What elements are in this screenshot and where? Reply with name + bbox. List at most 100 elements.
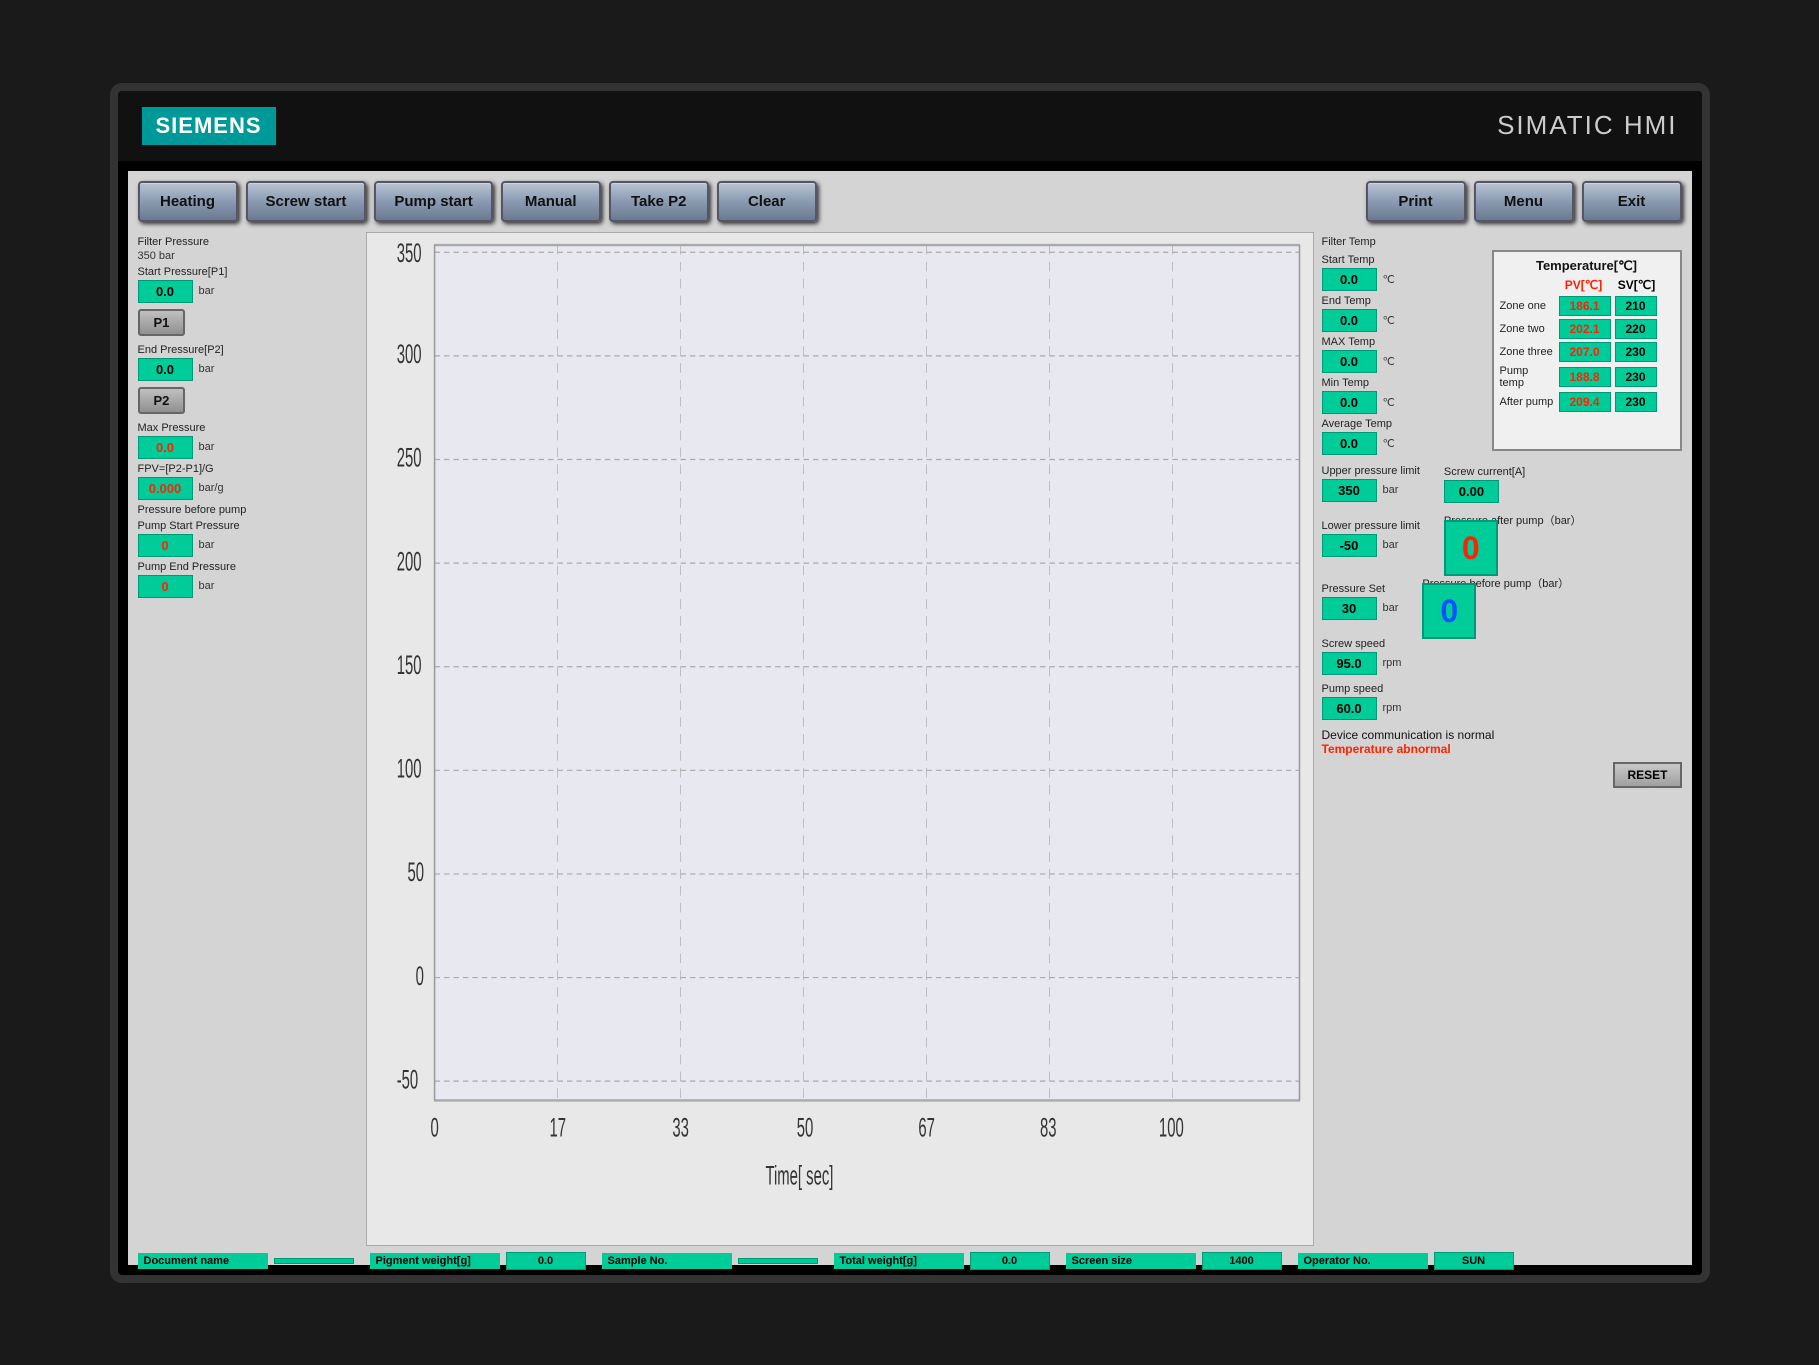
avg-temp-value[interactable]: 0.0	[1322, 432, 1377, 455]
pigment-weight-value[interactable]: 0.0	[506, 1252, 586, 1270]
print-button[interactable]: Print	[1366, 181, 1466, 222]
max-temp-value[interactable]: 0.0	[1322, 350, 1377, 373]
svg-text:50: 50	[796, 1113, 813, 1143]
lower-pressure-value[interactable]: -50	[1322, 534, 1377, 557]
svg-text:67: 67	[918, 1113, 935, 1143]
screen-size-row: Screen size 1400	[1066, 1252, 1282, 1270]
heating-button[interactable]: Heating	[138, 181, 238, 222]
svg-text:0: 0	[430, 1113, 438, 1143]
pressure-set-value[interactable]: 30	[1322, 597, 1377, 620]
filter-pressure-unit: 350 bar	[138, 250, 358, 262]
siemens-logo: SIEMENS	[142, 107, 276, 145]
pump-end-pressure-value[interactable]: 0	[138, 575, 193, 598]
filter-temp-section: Filter Temp Start Temp 0.0 ℃ End Temp	[1322, 236, 1682, 457]
after-pump-pv[interactable]: 209.4	[1559, 392, 1611, 412]
exit-button[interactable]: Exit	[1582, 181, 1682, 222]
reset-button[interactable]: RESET	[1613, 762, 1681, 788]
operator-value[interactable]: SUN	[1434, 1252, 1514, 1270]
pump-end-pressure-label: Pump End Pressure	[138, 561, 358, 573]
chart-area: 350 300 250 200 150 100 50 0 -50	[366, 232, 1314, 1246]
lower-pressure-label: Lower pressure limit	[1322, 520, 1420, 532]
max-pressure-label: Max Pressure	[138, 422, 358, 434]
svg-text:Time[ sec]: Time[ sec]	[765, 1161, 833, 1191]
after-pump-row: After pump 209.4 230	[1500, 392, 1674, 412]
pump-temp-sv[interactable]: 230	[1615, 367, 1657, 387]
svg-text:-50: -50	[396, 1064, 418, 1094]
doc-name-value[interactable]	[274, 1258, 354, 1264]
device-status-text: Device communication is normal	[1322, 728, 1682, 742]
left-panel: Filter Pressure 350 bar Start Pressure[P…	[138, 232, 358, 1246]
pump-temp-pv[interactable]: 188.8	[1559, 367, 1611, 387]
screw-current-label: Screw current[A]	[1444, 466, 1525, 478]
right-panel: Filter Temp Start Temp 0.0 ℃ End Temp	[1322, 232, 1682, 1246]
pump-speed-value[interactable]: 60.0	[1322, 697, 1377, 720]
pressure-before-pump-value[interactable]: 0	[1422, 583, 1476, 639]
total-weight-value[interactable]: 0.0	[970, 1252, 1050, 1270]
svg-text:33: 33	[672, 1113, 689, 1143]
svg-text:350: 350	[396, 238, 421, 268]
after-pump-sv[interactable]: 230	[1615, 392, 1657, 412]
zone-three-pv[interactable]: 207.0	[1559, 342, 1611, 362]
svg-text:100: 100	[1158, 1113, 1183, 1143]
max-pressure-unit: bar	[199, 441, 215, 453]
pressure-set-label: Pressure Set	[1322, 583, 1399, 595]
manual-button[interactable]: Manual	[501, 181, 601, 222]
operator-row: Operator No. SUN	[1298, 1252, 1514, 1270]
zone-one-sv[interactable]: 210	[1615, 296, 1657, 316]
svg-text:150: 150	[396, 650, 421, 680]
fpv-value[interactable]: 0.000	[138, 477, 193, 500]
max-pressure-value[interactable]: 0.0	[138, 436, 193, 459]
button-row: Heating Screw start Pump start Manual Ta…	[138, 181, 1682, 222]
doc-name-row: Document name	[138, 1252, 354, 1270]
start-pressure-value[interactable]: 0.0	[138, 280, 193, 303]
menu-button[interactable]: Menu	[1474, 181, 1574, 222]
screw-start-button[interactable]: Screw start	[246, 181, 367, 222]
zone-two-label: Zone two	[1500, 323, 1555, 335]
start-pressure-label: Start Pressure[P1]	[138, 266, 358, 278]
min-temp-value[interactable]: 0.0	[1322, 391, 1377, 414]
end-pressure-value[interactable]: 0.0	[138, 358, 193, 381]
svg-text:17: 17	[549, 1113, 566, 1143]
svg-text:250: 250	[396, 443, 421, 473]
pressure-after-pump-value[interactable]: 0	[1444, 520, 1498, 576]
pump-start-pressure-value[interactable]: 0	[138, 534, 193, 557]
p1-button[interactable]: P1	[138, 309, 186, 336]
operator-label: Operator No.	[1298, 1253, 1428, 1269]
pv-header: PV[℃]	[1558, 278, 1610, 292]
top-bar: SIEMENS SIMATIC HMI	[118, 91, 1702, 161]
screen: SIEMENS SIMATIC HMI Heating Screw start …	[110, 83, 1710, 1283]
end-pressure-unit: bar	[199, 363, 215, 375]
zone-one-pv[interactable]: 186.1	[1559, 296, 1611, 316]
simatic-label: SIMATIC HMI	[1497, 110, 1677, 141]
chart-svg: 350 300 250 200 150 100 50 0 -50	[367, 233, 1313, 1245]
pressure-before-pump-label: Pressure before pump	[138, 504, 358, 516]
total-weight-row: Total weight[g] 0.0	[834, 1252, 1050, 1270]
sv-header: SV[℃]	[1616, 278, 1658, 292]
end-temp-label: End Temp	[1322, 295, 1482, 307]
pump-start-button[interactable]: Pump start	[374, 181, 492, 222]
zone-three-sv[interactable]: 230	[1615, 342, 1657, 362]
svg-text:200: 200	[396, 546, 421, 576]
fpv-unit: bar/g	[199, 482, 224, 494]
filter-temp-label: Filter Temp	[1322, 236, 1682, 248]
screw-speed-value[interactable]: 95.0	[1322, 652, 1377, 675]
zone-two-sv[interactable]: 220	[1615, 319, 1657, 339]
total-weight-label: Total weight[g]	[834, 1253, 964, 1269]
screw-current-value[interactable]: 0.00	[1444, 480, 1499, 503]
take-p2-button[interactable]: Take P2	[609, 181, 709, 222]
start-pressure-unit: bar	[199, 285, 215, 297]
end-temp-value[interactable]: 0.0	[1322, 309, 1377, 332]
avg-temp-label: Average Temp	[1322, 418, 1482, 430]
clear-button[interactable]: Clear	[717, 181, 817, 222]
doc-name-label: Document name	[138, 1253, 268, 1269]
sample-no-value[interactable]	[738, 1258, 818, 1264]
screen-size-value[interactable]: 1400	[1202, 1252, 1282, 1270]
upper-pressure-value[interactable]: 350	[1322, 479, 1377, 502]
svg-text:83: 83	[1040, 1113, 1057, 1143]
p2-button[interactable]: P2	[138, 387, 186, 414]
zone-two-pv[interactable]: 202.1	[1559, 319, 1611, 339]
content-area: Filter Pressure 350 bar Start Pressure[P…	[138, 232, 1682, 1246]
start-temp-value[interactable]: 0.0	[1322, 268, 1377, 291]
pump-temp-label: Pump temp	[1500, 365, 1555, 389]
end-pressure-label: End Pressure[P2]	[138, 344, 358, 356]
